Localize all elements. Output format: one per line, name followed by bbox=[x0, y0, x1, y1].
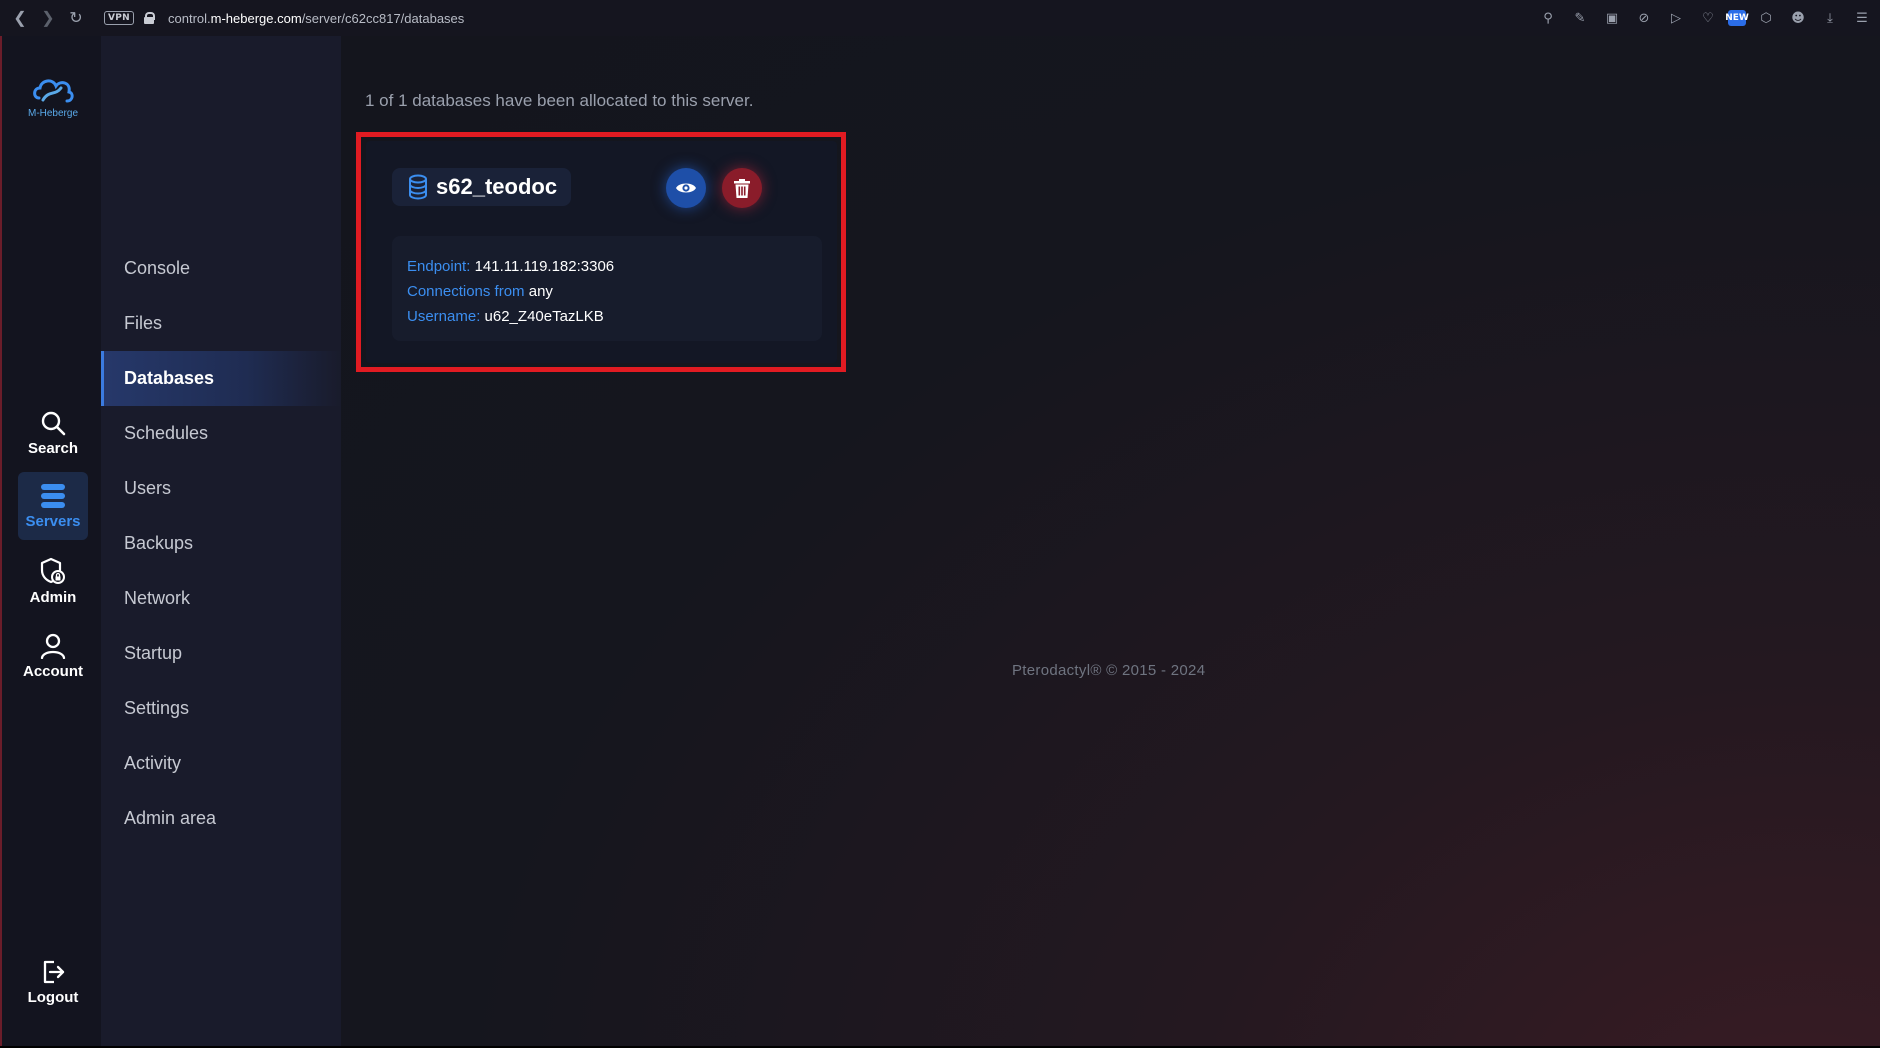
download-icon[interactable]: ⤓ bbox=[1818, 6, 1842, 30]
cloud-logo-icon bbox=[33, 79, 74, 103]
database-card: s62_teodoc Endpoint: 141.11.119.182:3306… bbox=[366, 141, 837, 363]
subnav-item-console[interactable]: Console bbox=[101, 241, 341, 296]
rail-label-search: Search bbox=[27, 439, 79, 457]
endpoint-value: 141.11.119.182:3306 bbox=[474, 258, 615, 275]
connections-value: any bbox=[528, 283, 553, 300]
database-name: s62_teodoc bbox=[436, 174, 558, 199]
logout-icon bbox=[43, 960, 65, 983]
send-icon[interactable]: ▷ bbox=[1664, 6, 1688, 30]
connections-row: Connections from any bbox=[407, 279, 807, 304]
username-value: u62_Z40eTazLKB bbox=[484, 308, 604, 325]
logout-button[interactable]: Logout bbox=[18, 948, 88, 1016]
rail-label-account: Account bbox=[23, 662, 83, 680]
logo[interactable]: M-Heberge bbox=[20, 76, 86, 119]
block-icon[interactable]: ⊘ bbox=[1632, 6, 1656, 30]
url-path: /server/c62cc817/databases bbox=[301, 10, 465, 26]
cube-icon[interactable]: ⬡ bbox=[1754, 6, 1778, 30]
url-domain: m-heberge.com bbox=[210, 10, 302, 26]
connection-info: Endpoint: 141.11.119.182:3306 Connection… bbox=[392, 236, 822, 341]
rail-label-servers: Servers bbox=[25, 512, 81, 530]
logo-text: M-Heberge bbox=[27, 108, 79, 119]
reload-icon[interactable]: ↻ bbox=[62, 0, 90, 36]
subnav-item-files[interactable]: Files bbox=[101, 296, 341, 351]
trash-icon bbox=[734, 178, 750, 198]
forward-icon[interactable]: ❯ bbox=[34, 0, 62, 36]
servers-icon bbox=[41, 483, 65, 508]
address-bar[interactable]: control.m-heberge.com/server/c62cc817/da… bbox=[168, 11, 464, 26]
rail-label-admin: Admin bbox=[29, 588, 77, 606]
subnav-item-network[interactable]: Network bbox=[101, 571, 341, 626]
endpoint-row: Endpoint: 141.11.119.182:3306 bbox=[407, 254, 807, 279]
database-icon bbox=[409, 174, 427, 200]
vpn-badge[interactable]: VPN bbox=[104, 11, 134, 25]
edit-icon[interactable]: ✎ bbox=[1568, 6, 1592, 30]
endpoint-label: Endpoint: bbox=[407, 258, 471, 275]
subnav-item-admin-area[interactable]: Admin area bbox=[101, 791, 341, 846]
menu-icon[interactable]: ☰ bbox=[1850, 6, 1874, 30]
subnav-item-backups[interactable]: Backups bbox=[101, 516, 341, 571]
heart-icon[interactable]: ♡ bbox=[1696, 6, 1720, 30]
rail-search[interactable]: Search bbox=[18, 399, 88, 467]
subnav-item-schedules[interactable]: Schedules bbox=[101, 406, 341, 461]
subnav-item-settings[interactable]: Settings bbox=[101, 681, 341, 736]
profile-icon[interactable]: ☻ bbox=[1786, 6, 1810, 30]
footer-copyright: Pterodactyl® © 2015 - 2024 bbox=[1012, 662, 1206, 679]
eye-icon bbox=[676, 183, 696, 193]
subnav-item-startup[interactable]: Startup bbox=[101, 626, 341, 681]
browser-toolbar: ❮ ❯ ↻ VPN control.m-heberge.com/server/c… bbox=[0, 0, 1880, 36]
url-prefix: control. bbox=[168, 10, 211, 26]
subnav-item-databases[interactable]: Databases bbox=[101, 351, 341, 406]
subnav-item-activity[interactable]: Activity bbox=[101, 736, 341, 791]
delete-database-button[interactable] bbox=[722, 168, 762, 208]
view-details-button[interactable] bbox=[666, 168, 706, 208]
subnav-item-users[interactable]: Users bbox=[101, 461, 341, 516]
lock-icon[interactable] bbox=[144, 12, 155, 24]
rail-admin[interactable]: Admin bbox=[18, 547, 88, 615]
logout-label: Logout bbox=[27, 988, 79, 1006]
connections-label: Connections from bbox=[407, 283, 525, 300]
database-name-pill: s62_teodoc bbox=[392, 168, 572, 206]
main-content: 1 of 1 databases have been allocated to … bbox=[341, 36, 1880, 1046]
rail-servers[interactable]: Servers bbox=[18, 472, 88, 540]
server-subnav: Console Files Databases Schedules Users … bbox=[101, 36, 341, 1046]
admin-icon bbox=[40, 557, 65, 584]
username-label: Username: bbox=[407, 308, 481, 325]
camera-icon[interactable]: ▣ bbox=[1600, 6, 1624, 30]
allocation-text: 1 of 1 databases have been allocated to … bbox=[365, 91, 754, 110]
back-icon[interactable]: ❮ bbox=[6, 0, 34, 36]
extension-icon[interactable]: NEW bbox=[1725, 10, 1749, 26]
rail-account[interactable]: Account bbox=[18, 622, 88, 690]
username-row: Username: u62_Z40eTazLKB bbox=[407, 304, 807, 329]
account-icon bbox=[40, 633, 66, 659]
icon-rail: M-Heberge Search Servers Admin Account L… bbox=[0, 36, 101, 1046]
zoom-icon[interactable]: ⚲ bbox=[1536, 6, 1560, 30]
search-icon bbox=[41, 411, 66, 435]
